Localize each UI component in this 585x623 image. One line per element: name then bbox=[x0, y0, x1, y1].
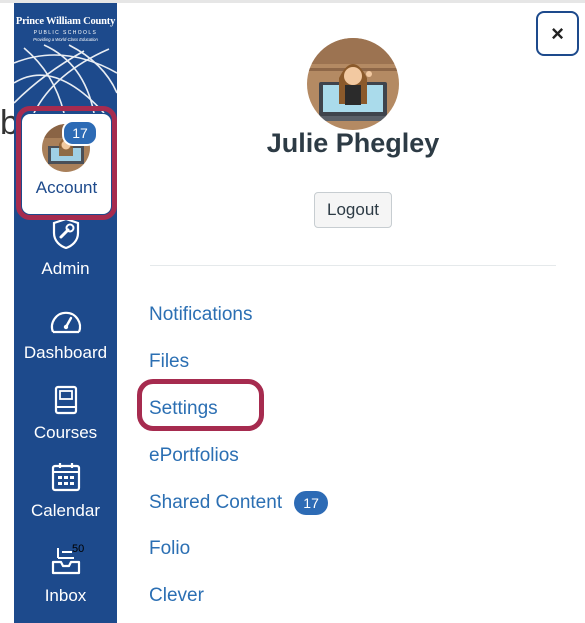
nav-label-inbox: Inbox bbox=[44, 586, 87, 605]
list-item: Clever bbox=[149, 573, 328, 620]
folio-link[interactable]: Folio bbox=[149, 538, 190, 560]
list-item: Folio bbox=[149, 526, 328, 573]
clever-link[interactable]: Clever bbox=[149, 585, 204, 607]
close-icon: × bbox=[551, 20, 564, 46]
nav-label-dashboard: Dashboard bbox=[23, 343, 108, 362]
book-icon bbox=[54, 385, 77, 415]
settings-highlight-outline bbox=[137, 379, 264, 431]
inbox-unread-count: 50 bbox=[72, 543, 85, 555]
tray-divider bbox=[150, 265, 556, 266]
account-links-list: Notifications Files Settings ePortfolios… bbox=[149, 292, 329, 620]
nav-label-courses: Courses bbox=[33, 423, 98, 442]
list-item: ePortfolios bbox=[149, 432, 328, 479]
notifications-link[interactable]: Notifications bbox=[149, 304, 253, 326]
global-nav: Prince William County PUBLIC SCHOOLS Pro… bbox=[14, 3, 117, 623]
nav-item-dashboard[interactable]: Dashboard bbox=[14, 309, 117, 363]
eportfolios-link[interactable]: ePortfolios bbox=[149, 445, 239, 467]
shared-content-badge: 17 bbox=[294, 490, 329, 515]
close-tray-button[interactable]: × bbox=[536, 11, 579, 56]
shield-wrench-icon bbox=[52, 217, 79, 249]
user-name: Julie Phegley bbox=[266, 128, 440, 158]
files-link[interactable]: Files bbox=[149, 351, 189, 373]
shared-content-link[interactable]: Shared Content bbox=[149, 492, 282, 514]
nav-item-calendar[interactable]: Calendar bbox=[14, 462, 117, 521]
district-tagline: Providing a World-Class Education bbox=[33, 37, 98, 42]
district-subtitle: PUBLIC SCHOOLS bbox=[33, 30, 98, 36]
nav-label-calendar: Calendar bbox=[31, 501, 100, 520]
calendar-icon bbox=[51, 463, 80, 492]
logout-button[interactable]: Logout bbox=[314, 192, 392, 228]
list-item: Notifications bbox=[149, 292, 328, 339]
nav-item-inbox[interactable]: Inbox bbox=[14, 546, 117, 606]
nav-label-admin: Admin bbox=[41, 259, 90, 278]
district-logo[interactable]: Prince William County PUBLIC SCHOOLS Pro… bbox=[14, 3, 117, 113]
profile-avatar bbox=[307, 38, 399, 130]
district-name: Prince William County bbox=[15, 16, 116, 27]
account-highlight-outline bbox=[16, 106, 117, 220]
speedometer-icon bbox=[50, 311, 81, 334]
nav-item-admin[interactable]: Admin bbox=[14, 217, 117, 279]
list-item: Shared Content 17 bbox=[149, 479, 329, 526]
nav-item-courses[interactable]: Courses bbox=[14, 385, 117, 443]
